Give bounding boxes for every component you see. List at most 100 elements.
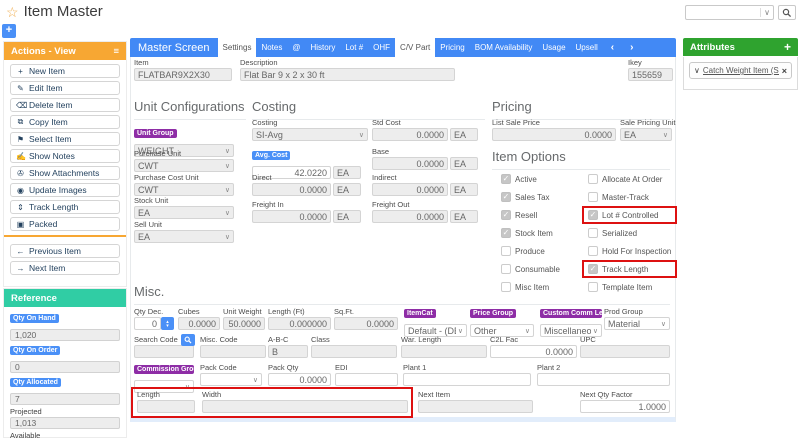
checkbox-stock-item[interactable]: ✓ xyxy=(501,228,511,238)
std-cost-input[interactable]: 0.0000 xyxy=(372,128,448,141)
search-button[interactable] xyxy=(778,5,796,20)
checkbox-lot-controlled[interactable]: ✓ xyxy=(588,210,598,220)
attribute-link[interactable]: Catch Weight Item (Standa... xyxy=(703,66,779,75)
tab-settings[interactable]: Settings xyxy=(218,38,257,57)
pack-code-select[interactable]: ∨ xyxy=(200,373,262,386)
class-field: Class xyxy=(311,336,397,358)
tab-lot[interactable]: Lot # xyxy=(340,38,368,57)
checkbox-sales-tax[interactable]: ✓ xyxy=(501,192,511,202)
ref-label-projected: Projected xyxy=(10,407,120,416)
ref-value-qty-allocated[interactable]: 7 xyxy=(10,393,120,405)
tab-ohf[interactable]: OHF xyxy=(368,38,395,57)
search-input[interactable] xyxy=(686,7,760,18)
global-search-combobox[interactable]: ∨ xyxy=(685,5,774,20)
freight-in-input[interactable]: 0.0000 xyxy=(252,210,331,223)
qty-dec-spinner[interactable]: ▴▾ xyxy=(161,317,174,330)
ikey-input[interactable]: 155659 xyxy=(628,68,673,81)
add-attribute-button[interactable]: + xyxy=(784,41,791,53)
misc-code-input[interactable] xyxy=(200,345,266,358)
action-new-item[interactable]: +New Item xyxy=(10,64,120,78)
base-cost-input[interactable]: 0.0000 xyxy=(372,157,448,170)
sell-unit-select[interactable]: EA∨ xyxy=(134,230,234,243)
checkbox-serialized[interactable] xyxy=(588,228,598,238)
item-options-left: ✓Active✓Sales Tax✓Resell✓Stock ItemProdu… xyxy=(497,172,564,294)
purchase-cost-unit-select[interactable]: CWT∨ xyxy=(134,183,234,196)
next-item-input[interactable] xyxy=(418,400,533,413)
checkbox-misc-item[interactable] xyxy=(501,282,511,292)
search-code-input[interactable] xyxy=(134,345,194,358)
prod-group-select[interactable]: Material∨ xyxy=(604,317,670,330)
action-show-attachments[interactable]: ✇Show Attachments xyxy=(10,166,120,180)
width-input[interactable] xyxy=(202,400,408,413)
checkbox-hold-for-inspection[interactable] xyxy=(588,246,598,256)
checkbox-resell[interactable]: ✓ xyxy=(501,210,511,220)
ref-value-qty-on-order[interactable]: 0 xyxy=(10,361,120,373)
checkbox-track-length[interactable]: ✓ xyxy=(588,264,598,274)
tab-item[interactable]: @ xyxy=(287,38,305,57)
direct-cost-input[interactable]: 0.0000 xyxy=(252,183,331,196)
c2l-fac-input[interactable]: 0.0000 xyxy=(490,345,577,358)
checkbox-template-item[interactable] xyxy=(588,282,598,292)
tab-history[interactable]: History xyxy=(305,38,340,57)
checkbox-produce[interactable] xyxy=(501,246,511,256)
tab-c-v-part[interactable]: C/V Part xyxy=(395,38,435,57)
length-ft-input[interactable]: 0.000000 xyxy=(268,317,331,330)
sale-pricing-unit-select[interactable]: EA∨ xyxy=(620,128,672,141)
action-previous-item[interactable]: ←Previous Item xyxy=(10,244,120,258)
tab-pricing[interactable]: Pricing xyxy=(435,38,469,57)
action-next-item[interactable]: →Next Item xyxy=(10,261,120,275)
star-icon[interactable]: ☆ xyxy=(6,5,19,19)
action-packed[interactable]: ▣Packed xyxy=(10,217,120,231)
action-track-length[interactable]: ⇕Track Length xyxy=(10,200,120,214)
remove-icon[interactable]: × xyxy=(782,66,787,76)
plant1-input[interactable] xyxy=(403,373,531,386)
action-copy-item[interactable]: ⧉Copy Item xyxy=(10,115,120,129)
indirect-cost-input[interactable]: 0.0000 xyxy=(372,183,448,196)
war-length-input[interactable] xyxy=(401,345,487,358)
description-input[interactable]: Flat Bar 9 x 2 x 30 ft xyxy=(240,68,455,81)
edi-input[interactable] xyxy=(335,373,398,386)
tab-prev-arrow[interactable]: ‹ xyxy=(603,38,622,57)
class-input[interactable] xyxy=(311,345,397,358)
checkbox-allocate-at-order[interactable] xyxy=(588,174,598,184)
attribute-item[interactable]: ∨ Catch Weight Item (Standa... × xyxy=(689,62,792,79)
checkbox-active[interactable]: ✓ xyxy=(501,174,511,184)
chevron-down-icon[interactable]: ∨ xyxy=(694,66,700,75)
chevron-down-icon[interactable]: ∨ xyxy=(760,8,773,17)
sqft-input[interactable]: 0.0000 xyxy=(334,317,398,330)
next-qty-factor-input[interactable]: 1.0000 xyxy=(580,400,670,413)
action-edit-item[interactable]: ✎Edit Item xyxy=(10,81,120,95)
action-update-images[interactable]: ◉Update Images xyxy=(10,183,120,197)
ref-value-projected[interactable]: 1,013 xyxy=(10,417,120,429)
ref-value-qty-on-hand[interactable]: 1,020 xyxy=(10,329,120,341)
cubes-input[interactable]: 0.0000 xyxy=(178,317,220,330)
tab-next-arrow[interactable]: › xyxy=(622,38,641,57)
freight-out-input[interactable]: 0.0000 xyxy=(372,210,448,223)
action-delete-item[interactable]: ⌫Delete Item xyxy=(10,98,120,112)
action-show-notes[interactable]: ✍Show Notes xyxy=(10,149,120,163)
unit-weight-input[interactable]: 50.0000 xyxy=(223,317,265,330)
tab-master-screen[interactable]: Master Screen xyxy=(130,38,218,57)
stock-unit-select[interactable]: EA∨ xyxy=(134,206,234,219)
checkbox-consumable[interactable] xyxy=(501,264,511,274)
tab-notes[interactable]: Notes xyxy=(256,38,287,57)
tab-usage[interactable]: Usage xyxy=(537,38,570,57)
menu-icon[interactable]: ≡ xyxy=(113,46,119,57)
checkbox-master-track[interactable] xyxy=(588,192,598,202)
costing-method-select[interactable]: SI-Avg∨ xyxy=(252,128,368,141)
purchase-unit-select[interactable]: CWT∨ xyxy=(134,159,234,172)
action-select-item[interactable]: ⚑Select Item xyxy=(10,132,120,146)
pack-qty-input[interactable]: 0.0000 xyxy=(268,373,331,386)
tab-bom-availability[interactable]: BOM Availability xyxy=(470,38,538,57)
abc-input[interactable]: B xyxy=(268,345,308,358)
add-button[interactable]: + xyxy=(2,24,16,38)
upc-input[interactable] xyxy=(580,345,670,358)
search-code-button[interactable] xyxy=(181,334,195,346)
tab-upsell[interactable]: Upsell xyxy=(571,38,603,57)
list-sale-price-input[interactable]: 0.0000 xyxy=(492,128,616,141)
plant2-input[interactable] xyxy=(537,373,670,386)
qty-dec-input[interactable]: 0 xyxy=(134,317,161,330)
item-input[interactable]: FLATBAR9X2X30 xyxy=(134,68,232,81)
length-input[interactable] xyxy=(137,400,195,413)
price-group-field: Price Group Other∨ xyxy=(470,306,534,337)
